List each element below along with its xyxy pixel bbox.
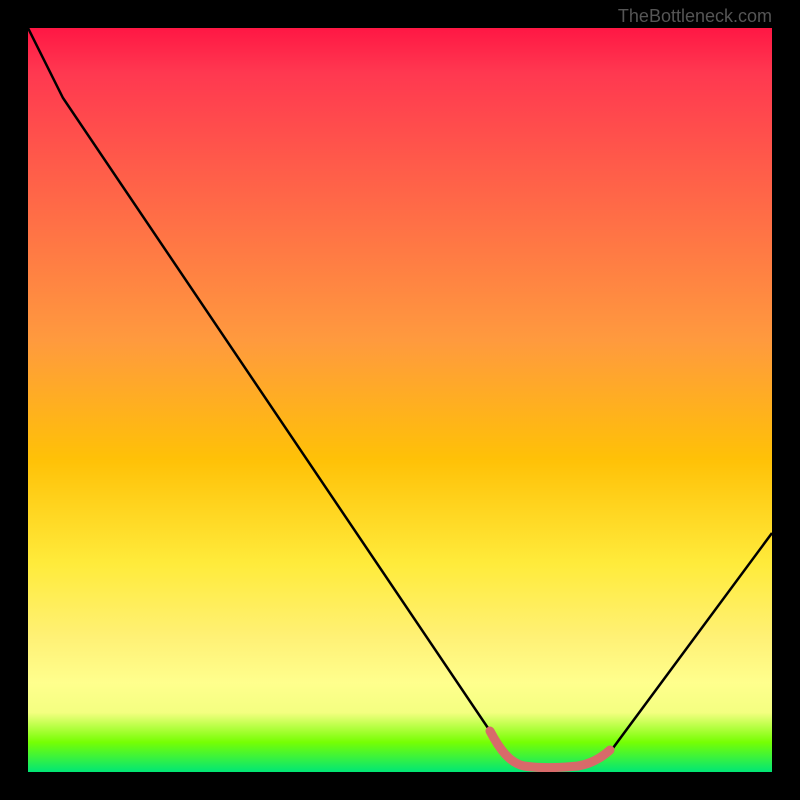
attribution-text: TheBottleneck.com — [618, 6, 772, 27]
chart-container: TheBottleneck.com — [0, 0, 800, 800]
plot-area — [28, 28, 772, 772]
bottleneck-curve-line — [28, 28, 772, 768]
highlight-minimum-line — [490, 731, 610, 768]
curve-svg — [28, 28, 772, 772]
